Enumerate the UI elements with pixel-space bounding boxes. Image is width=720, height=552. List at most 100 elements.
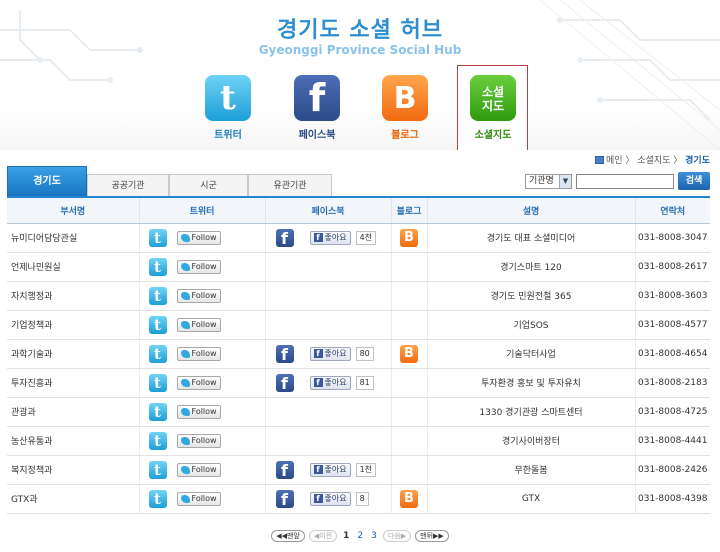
table-row: 기업정책과 t Follow 기업SOS 031-8008-4577 [7,310,710,340]
nav-twitter[interactable]: t 트위터 [198,75,258,141]
nav-blog-label: 블로그 [391,130,419,141]
search-type-value: 기관명 [529,175,554,186]
page-next-button[interactable]: 다음▶ [382,530,412,542]
blog-icon[interactable]: B [400,344,418,363]
facebook-cell [264,426,391,456]
facebook-small-icon: f [313,233,323,242]
blog-icon[interactable]: B [400,228,418,247]
col-header-desc: 설명 [426,198,635,224]
search-input[interactable] [576,173,674,189]
dept-name: GTX과 [7,484,139,514]
like-label: 좋아요 [324,493,347,503]
follow-button[interactable]: Follow [176,230,221,245]
dept-name: 기업정책과 [7,310,139,340]
dept-name: 언제나민원실 [7,252,139,282]
blog-icon[interactable]: B [400,489,418,508]
page-first-button[interactable]: ◀◀맨앞 [271,530,305,542]
table-row: 뉴미디어담당관실 t Follow f f 좋아요 4천 B 경기도 대표 소셜미디어 031-8… [7,223,710,253]
dept-name: 관광과 [7,397,139,427]
twitter-icon[interactable]: t [148,344,167,363]
twitter-cell: t Follow [138,455,265,485]
like-button[interactable]: f 좋아요 [309,346,351,361]
like-label: 좋아요 [324,464,347,474]
follow-button[interactable]: Follow [176,375,221,390]
bird-icon [180,407,190,416]
twitter-icon[interactable]: t [148,431,167,450]
page-number-3[interactable]: 3 [369,531,379,541]
facebook-icon[interactable]: f [275,460,294,480]
follow-button[interactable]: Follow [176,317,221,332]
like-button[interactable]: f 좋아요 [309,462,351,477]
follow-button[interactable]: Follow [176,346,221,361]
like-button[interactable]: f 좋아요 [309,230,351,245]
tab-city-county[interactable]: 시군 [169,174,248,196]
follow-button[interactable]: Follow [176,433,221,448]
twitter-icon[interactable]: t [148,402,167,421]
like-count: 4천 [355,230,377,245]
facebook-small-icon: f [313,494,323,503]
nav-facebook-label: 페이스북 [298,130,336,141]
tab-gyeonggi[interactable]: 경기도 [7,166,87,196]
facebook-icon: f [294,75,340,121]
tab-affiliated-agency[interactable]: 유관기관 [248,174,332,196]
phone-number: 031-8008-2617 [634,252,710,282]
twitter-icon[interactable]: t [148,228,167,247]
like-button[interactable]: f 좋아요 [309,375,351,390]
phone-number: 031-8008-3047 [634,223,710,253]
twitter-cell: t Follow [138,484,265,514]
search-button[interactable]: 검색 [678,172,710,190]
facebook-small-icon: f [313,349,323,358]
phone-number: 031-8008-4577 [634,310,710,340]
follow-button[interactable]: Follow [176,462,221,477]
description: 경기사이버장터 [426,426,635,456]
follow-button[interactable]: Follow [176,259,221,274]
bird-icon [180,378,190,387]
follow-label: Follow [191,435,217,445]
twitter-icon[interactable]: t [148,257,167,276]
description: 경기스마트 120 [426,252,635,282]
phone-number: 031-8008-4654 [634,339,710,369]
like-count: 81 [355,375,374,390]
bird-icon [180,349,190,358]
follow-button[interactable]: Follow [176,288,221,303]
facebook-icon[interactable]: f [275,344,294,364]
twitter-cell: t Follow [138,281,265,311]
page-last-button[interactable]: 맨뒤▶▶ [415,530,449,542]
twitter-icon[interactable]: t [148,489,167,508]
facebook-small-icon: f [313,465,323,474]
description: 투자환경 홍보 및 투자유치 [426,368,635,398]
twitter-cell: t Follow [138,368,265,398]
follow-button[interactable]: Follow [176,404,221,419]
facebook-icon[interactable]: f [275,228,294,248]
tab-public-agency[interactable]: 공공기관 [87,174,169,196]
twitter-icon[interactable]: t [148,460,167,479]
page-prev-button[interactable]: ◀이전 [308,530,338,542]
facebook-cell: f f 좋아요 4천 [264,223,391,253]
social-map-glyph-line2: 지도 [481,99,505,113]
nav-facebook[interactable]: f 페이스북 [287,75,347,141]
search-type-select[interactable]: 기관명 ▼ [525,173,572,189]
twitter-icon[interactable]: t [148,373,167,392]
blog-cell [390,455,427,485]
follow-button[interactable]: Follow [176,491,221,506]
breadcrumb-level1[interactable]: 소셜지도 [637,156,670,166]
nav-socialmap[interactable]: 소셜 지도 소셜지도 [463,75,523,141]
nav-socialmap-label: 소셜지도 [474,130,512,141]
table-row: 농산유통과 t Follow 경기사이버장터 031-8008-4441 [7,426,710,456]
follow-label: Follow [191,377,217,387]
page-number-1[interactable]: 1 [341,531,351,541]
facebook-icon[interactable]: f [275,489,294,509]
twitter-icon[interactable]: t [148,315,167,334]
site-subtitle: Gyeonggi Province Social Hub [258,43,462,57]
like-button[interactable]: f 좋아요 [309,491,351,506]
twitter-icon[interactable]: t [148,286,167,305]
dept-name: 자치행정과 [7,281,139,311]
dept-name: 과학기술과 [7,339,139,369]
like-count: 1천 [355,462,377,477]
facebook-icon[interactable]: f [275,373,294,393]
page-number-2[interactable]: 2 [355,531,365,541]
follow-label: Follow [191,261,217,271]
breadcrumb-home[interactable]: 메인 [606,156,623,166]
nav-blog[interactable]: B 블로그 [375,75,435,141]
like-label: 좋아요 [324,348,347,358]
